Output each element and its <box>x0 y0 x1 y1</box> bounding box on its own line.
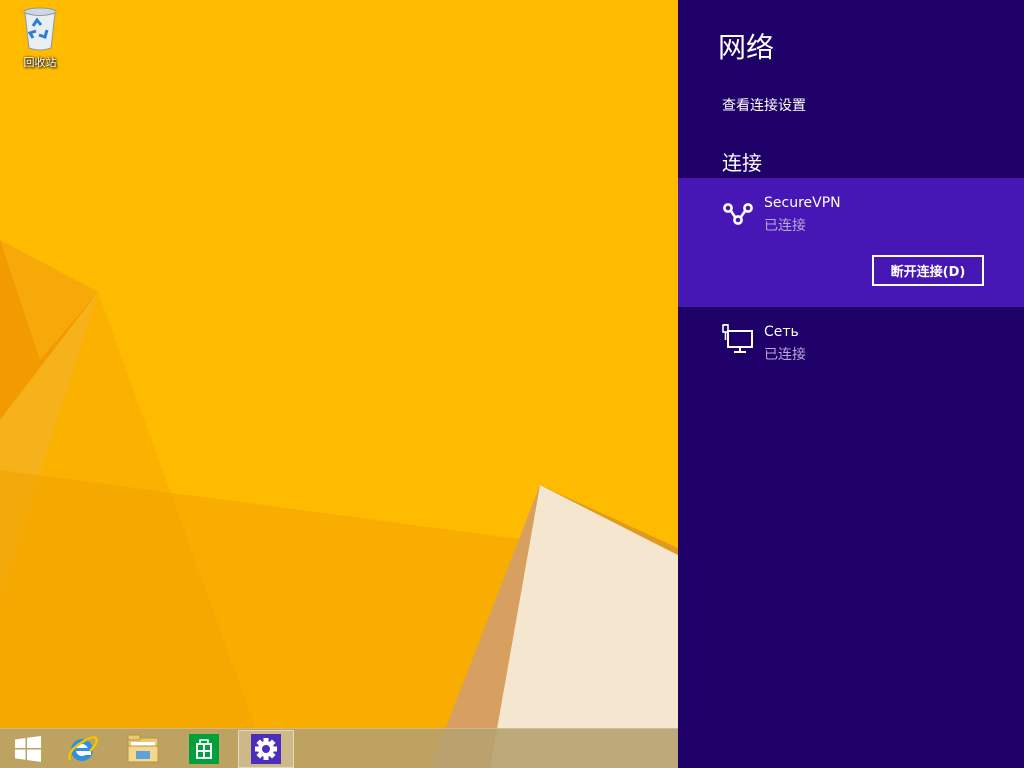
recycle-bin-icon <box>23 7 57 51</box>
connection-name: SecureVPN <box>764 195 841 211</box>
connection-name: Сеть <box>764 324 799 340</box>
disconnect-button[interactable]: 断开连接(D) <box>872 255 984 286</box>
pane-title: 网络 <box>718 31 775 64</box>
vpn-icon <box>723 203 753 225</box>
connection-item-network[interactable]: Сеть 已连接 <box>678 307 1024 377</box>
file-explorer-button[interactable] <box>115 730 171 768</box>
store-button[interactable] <box>176 730 232 768</box>
internet-explorer-icon <box>68 736 98 761</box>
desktop: 回收站 <box>0 0 678 768</box>
taskbar <box>0 728 678 768</box>
recycle-bin-label: 回收站 <box>23 56 57 69</box>
settings-button[interactable] <box>238 730 294 768</box>
view-connection-settings-link[interactable]: 查看连接设置 <box>722 95 806 115</box>
recycle-bin[interactable]: 回收站 <box>14 6 66 70</box>
gear-icon <box>251 734 281 764</box>
connection-item-securevpn[interactable]: SecureVPN 已连接 断开连接(D) <box>678 178 1024 307</box>
folder-icon <box>127 734 159 763</box>
start-button[interactable] <box>0 730 56 768</box>
windows-logo-icon <box>15 736 41 762</box>
wired-network-icon <box>722 324 753 353</box>
store-icon <box>189 734 219 764</box>
connection-status: 已连接 <box>764 218 806 234</box>
connections-heading: 连接 <box>722 151 762 175</box>
connection-status: 已连接 <box>764 347 806 363</box>
internet-explorer-button[interactable] <box>54 730 110 768</box>
network-pane: 网络 查看连接设置 连接 SecureVPN 已连接 断开连接(D) Сеть … <box>678 0 1024 768</box>
wallpaper-shapes <box>0 240 678 768</box>
